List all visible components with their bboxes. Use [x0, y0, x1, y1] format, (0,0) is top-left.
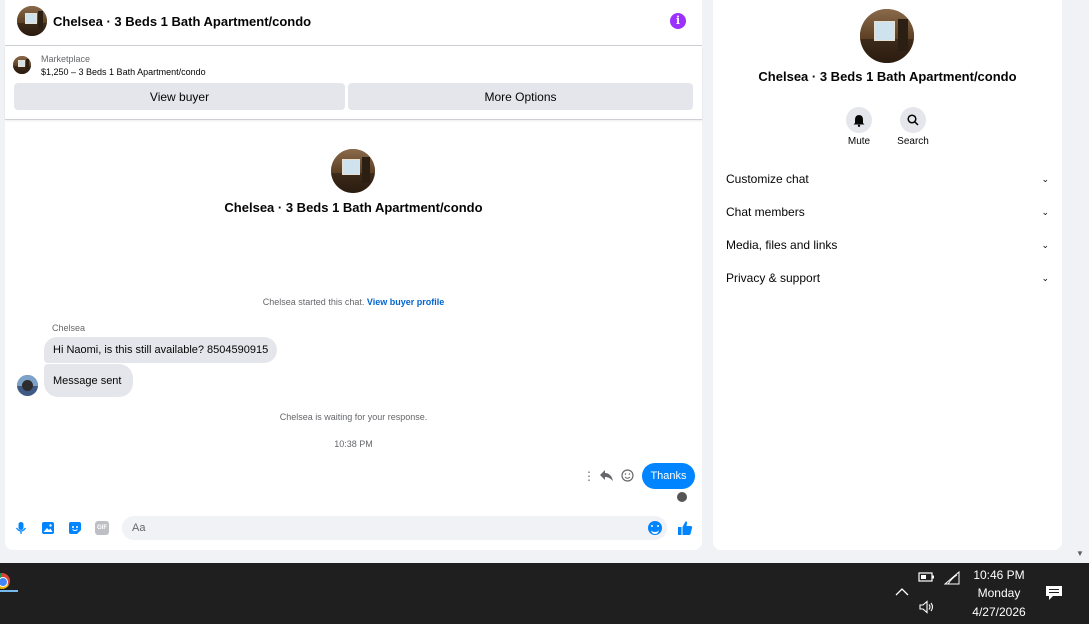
- conversation-info-panel: Chelsea · 3 Beds 1 Bath Apartment/condo …: [713, 0, 1062, 550]
- info-title: Chelsea · 3 Beds 1 Bath Apartment/condo: [758, 69, 1017, 84]
- sticker-icon[interactable]: [68, 521, 82, 535]
- notification-icon[interactable]: [1045, 585, 1065, 601]
- clock-day[interactable]: Monday: [960, 586, 1038, 600]
- incoming-message[interactable]: Hi Naomi, is this still available? 85045…: [44, 337, 278, 363]
- message-timestamp: 10:38 PM: [334, 439, 373, 449]
- chat-title[interactable]: Chelsea · 3 Beds 1 Bath Apartment/condo: [53, 14, 311, 29]
- scrollbar-down-arrow[interactable]: ▼: [1076, 549, 1084, 558]
- media-files-links-section[interactable]: Media, files and links ⌄: [726, 235, 1049, 255]
- chat-panel: Chelsea · 3 Beds 1 Bath Apartment/condo …: [5, 0, 702, 550]
- info-icon[interactable]: i: [670, 13, 686, 29]
- sender-name: Chelsea: [52, 323, 86, 333]
- reply-icon[interactable]: [600, 469, 613, 484]
- volume-icon[interactable]: [918, 600, 935, 617]
- section-label: Media, files and links: [726, 238, 838, 252]
- emoji-icon[interactable]: [648, 521, 662, 535]
- message-input[interactable]: [122, 516, 667, 540]
- more-options-button[interactable]: More Options: [348, 83, 693, 110]
- mute-label: Mute: [847, 136, 871, 147]
- chevron-down-icon: ⌄: [1041, 239, 1049, 250]
- info-avatar[interactable]: [860, 9, 914, 63]
- thumbs-up-icon[interactable]: [677, 520, 693, 540]
- marketplace-label: Marketplace: [41, 54, 91, 64]
- search-label: Search: [897, 136, 929, 147]
- seen-indicator-avatar: [677, 492, 687, 502]
- waiting-notice: Chelsea is waiting for your response.: [279, 412, 428, 422]
- battery-icon[interactable]: [918, 571, 935, 586]
- chrome-icon[interactable]: [0, 573, 12, 589]
- section-label: Privacy & support: [726, 271, 821, 285]
- more-actions-icon[interactable]: ⋮: [583, 469, 595, 483]
- section-label: Chat members: [726, 205, 805, 219]
- photo-icon[interactable]: [41, 521, 55, 535]
- bell-icon[interactable]: [846, 107, 872, 133]
- conversation-avatar: [331, 149, 375, 193]
- react-icon[interactable]: [621, 469, 634, 485]
- marketplace-banner: Marketplace $1,250 – 3 Beds 1 Bath Apart…: [5, 46, 702, 120]
- customize-chat-section[interactable]: Customize chat ⌄: [726, 169, 1049, 189]
- sender-avatar[interactable]: [17, 375, 38, 396]
- clock-date[interactable]: 4/27/2026: [960, 605, 1038, 619]
- taskbar: 10:46 PM Monday 4/27/2026: [0, 563, 1089, 624]
- chat-header: Chelsea · 3 Beds 1 Bath Apartment/condo …: [5, 0, 702, 46]
- outgoing-message[interactable]: Thanks: [642, 463, 695, 489]
- chevron-down-icon: ⌄: [1041, 206, 1049, 217]
- microphone-icon[interactable]: [14, 521, 28, 535]
- search-icon[interactable]: [900, 107, 926, 133]
- listing-price[interactable]: $1,250 – 3 Beds 1 Bath Apartment/condo: [41, 67, 206, 77]
- search-button[interactable]: Search: [883, 107, 943, 147]
- active-app-indicator: [0, 590, 18, 592]
- chat-started-notice: Chelsea started this chat. View buyer pr…: [5, 297, 702, 307]
- chat-members-section[interactable]: Chat members ⌄: [726, 202, 1049, 222]
- clock-time[interactable]: 10:46 PM: [960, 568, 1038, 582]
- mute-button[interactable]: Mute: [829, 107, 889, 147]
- chat-avatar[interactable]: [17, 6, 47, 36]
- chat-started-text: Chelsea started this chat.: [262, 297, 365, 307]
- section-label: Customize chat: [726, 172, 809, 186]
- view-buyer-profile-link[interactable]: View buyer profile: [367, 297, 444, 307]
- chevron-up-icon[interactable]: [895, 586, 909, 600]
- wifi-icon[interactable]: [943, 570, 960, 588]
- conversation-title: Chelsea · 3 Beds 1 Bath Apartment/condo: [224, 200, 483, 215]
- incoming-message[interactable]: Message sent: [44, 364, 134, 397]
- gif-icon[interactable]: GIF: [95, 521, 109, 535]
- chevron-down-icon: ⌄: [1041, 272, 1049, 283]
- listing-thumbnail: [13, 56, 31, 74]
- composer: GIF: [5, 513, 702, 543]
- chevron-down-icon: ⌄: [1041, 173, 1049, 184]
- privacy-support-section[interactable]: Privacy & support ⌄: [726, 268, 1049, 288]
- view-buyer-button[interactable]: View buyer: [14, 83, 345, 110]
